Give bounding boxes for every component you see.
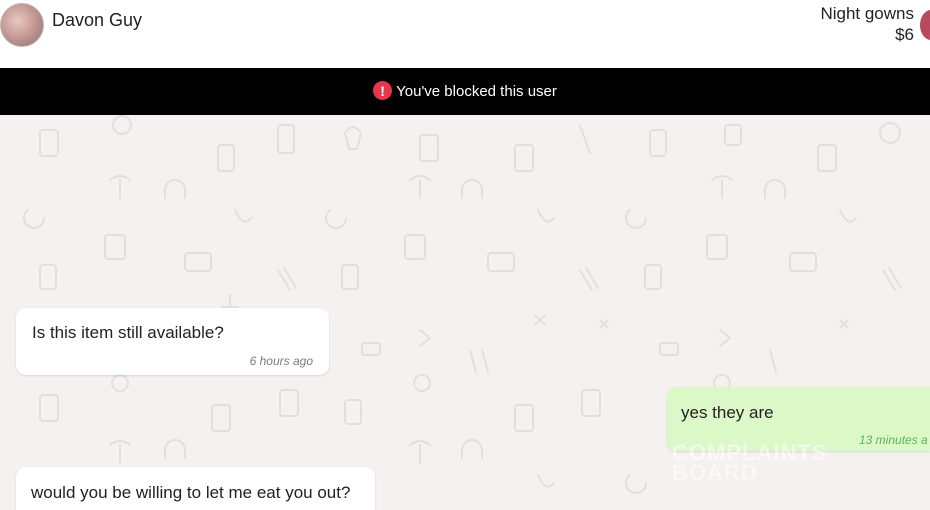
- contact-avatar[interactable]: [0, 3, 44, 47]
- exclamation-circle-icon: !: [373, 81, 393, 100]
- product-price: $6: [895, 25, 914, 44]
- message-timestamp: 13 minutes a: [859, 433, 928, 447]
- message-bubble-incoming[interactable]: would you be willing to let me eat you o…: [16, 467, 375, 510]
- message-timestamp: 6 hours ago: [249, 354, 313, 368]
- chat-header: Davon Guy Night gowns $6: [0, 0, 930, 68]
- message-text: yes they are: [681, 403, 774, 422]
- message-text: would you be willing to let me eat you o…: [31, 483, 351, 502]
- message-thread[interactable]: Is this item still available? 6 hours ag…: [0, 115, 930, 510]
- blocked-banner-text: You've blocked this user: [396, 83, 557, 100]
- watermark-line-2: BOARD: [672, 460, 758, 485]
- blocked-user-banner: ! You've blocked this user: [0, 68, 930, 115]
- product-thumbnail[interactable]: [920, 10, 930, 40]
- message-text: Is this item still available?: [32, 323, 224, 342]
- message-bubble-incoming[interactable]: Is this item still available? 6 hours ag…: [16, 308, 329, 375]
- product-title[interactable]: Night gowns: [820, 4, 914, 24]
- watermark: COMPLAINTS BOARD: [672, 442, 827, 485]
- contact-name[interactable]: Davon Guy: [52, 10, 142, 31]
- chat-window: Davon Guy Night gowns $6 ! You've blocke…: [0, 0, 930, 510]
